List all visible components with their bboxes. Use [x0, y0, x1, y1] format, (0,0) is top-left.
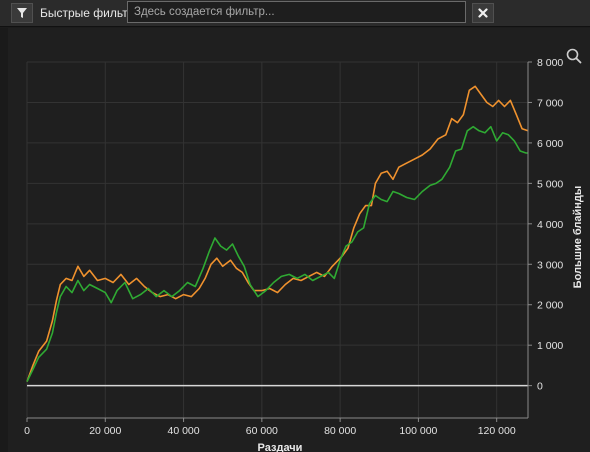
x-axis-ticks: 0 20 000 40 000 60 000 80 000 100 000 120 000	[24, 418, 516, 437]
y-tick-label: 4 000	[537, 219, 563, 231]
y-tick-label: 5 000	[537, 178, 563, 190]
chart-series	[26, 85, 529, 382]
y-tick-label: 0	[537, 381, 543, 393]
x-axis-title: Раздачи	[258, 442, 303, 452]
y-axis-title: Большие блайнды	[572, 186, 584, 289]
x-tick-label: 0	[24, 425, 30, 437]
y-axis-ticks: 0 1 000 2 000 3 000 4 000 5 000 6 000 7 000 8 00…	[528, 57, 563, 393]
y-tick-label: 2 000	[537, 300, 563, 312]
x-tick-label: 20 000	[89, 425, 121, 437]
y-tick-label: 7 000	[537, 97, 563, 109]
x-tick-label: 100 000	[399, 425, 437, 437]
x-tick-label: 80 000	[324, 425, 356, 437]
x-tick-label: 60 000	[246, 425, 278, 437]
chart-grid	[26, 61, 528, 418]
y-tick-label: 3 000	[537, 259, 563, 271]
x-tick-label: 40 000	[168, 425, 200, 437]
y-tick-label: 1 000	[537, 340, 563, 352]
series-line-2	[26, 125, 528, 382]
y-tick-label: 8 000	[537, 57, 563, 69]
y-tick-label: 6 000	[537, 138, 563, 150]
series-line-1	[26, 85, 529, 382]
x-tick-label: 120 000	[478, 425, 516, 437]
winnings-chart: 0 20 000 40 000 60 000 80 000 100 000 120 000 …	[24, 57, 584, 452]
